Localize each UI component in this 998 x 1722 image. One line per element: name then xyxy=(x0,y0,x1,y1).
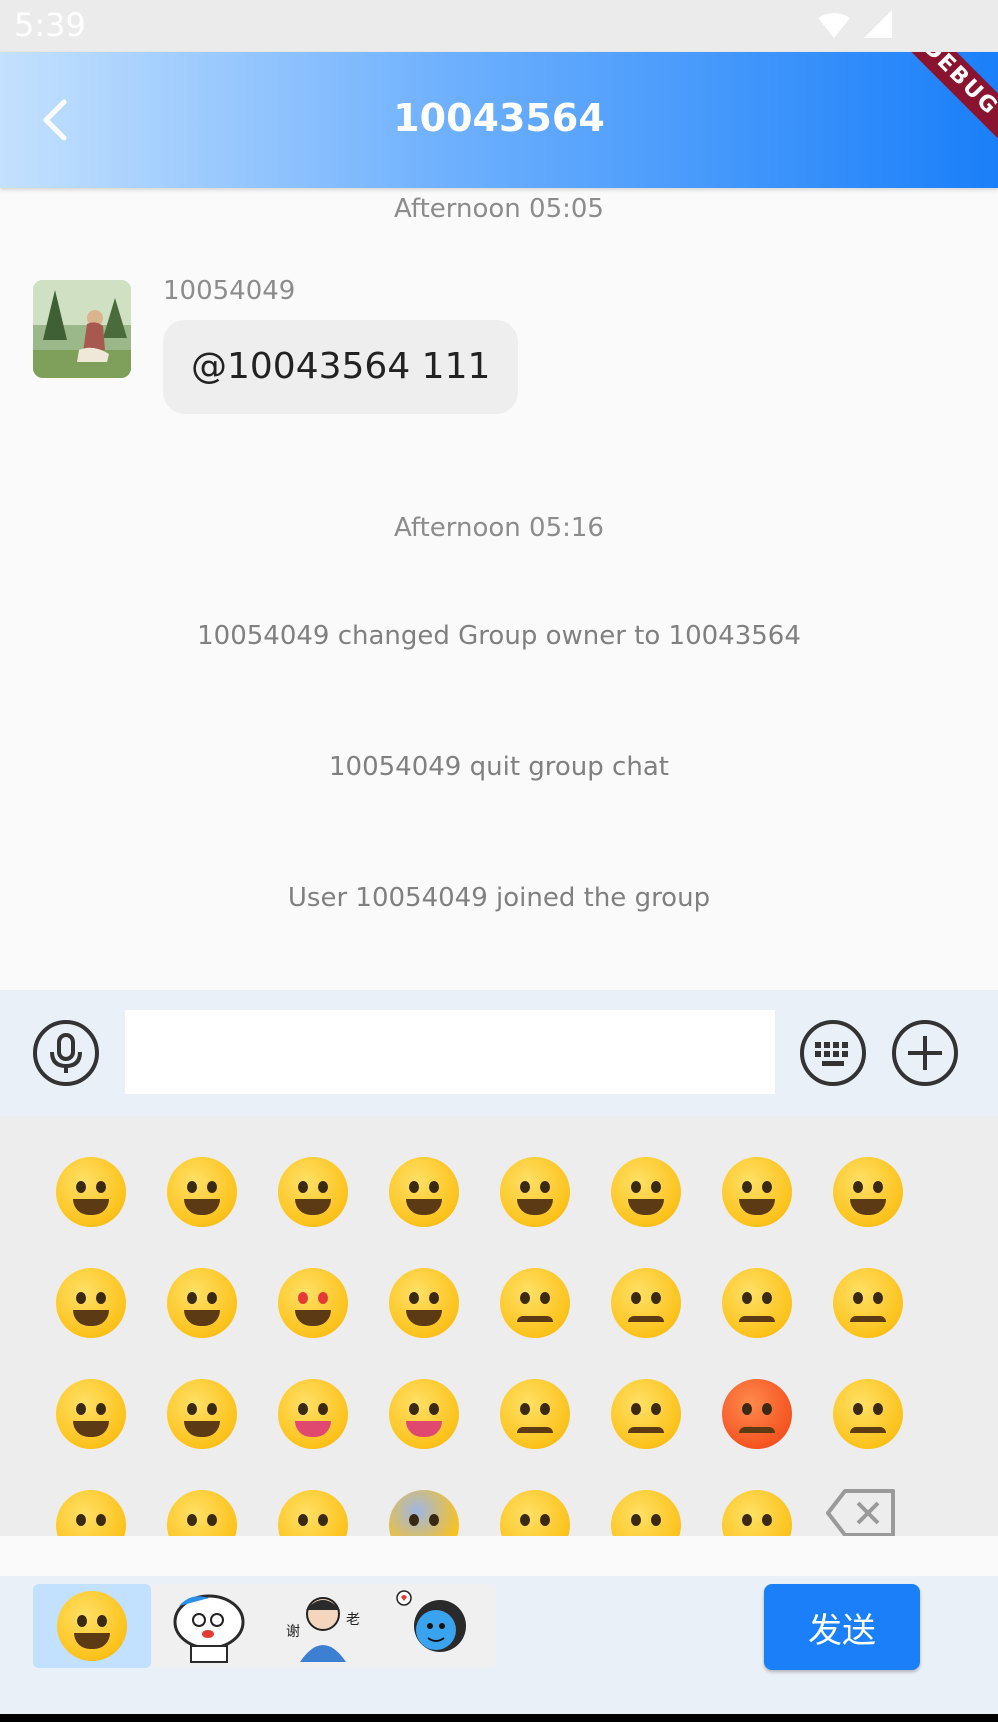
laughing-emoji-icon[interactable] xyxy=(611,1157,681,1227)
blush-emoji-icon[interactable] xyxy=(833,1157,903,1227)
keyboard-icon[interactable] xyxy=(798,1018,868,1088)
rage-emoji-icon[interactable] xyxy=(722,1379,792,1449)
message-bubble[interactable]: @10043564 111 xyxy=(163,320,519,414)
page-title: 10043564 xyxy=(393,96,605,140)
kissing-closed-eyes-emoji-icon[interactable] xyxy=(167,1379,237,1449)
message-timestamp: Afternoon 05:16 xyxy=(394,513,604,543)
system-nav-bar xyxy=(0,1714,998,1722)
sweat-smile-emoji-icon[interactable] xyxy=(500,1157,570,1227)
blue-face-sticker-icon xyxy=(396,1590,466,1652)
grinning-emoji-icon xyxy=(57,1591,127,1661)
smiley-emoji-icon[interactable] xyxy=(278,1157,348,1227)
grinning-emoji-icon[interactable] xyxy=(56,1157,126,1227)
fearful-emoji-icon[interactable] xyxy=(389,1490,459,1536)
squinting-tongue-emoji-icon[interactable] xyxy=(389,1379,459,1449)
sweat-emoji-icon[interactable] xyxy=(611,1268,681,1338)
sender-name: 10054049 xyxy=(163,276,296,306)
plus-icon[interactable] xyxy=(890,1018,960,1088)
message-input[interactable] xyxy=(125,1010,775,1094)
system-message: User 10054049 joined the group xyxy=(287,883,711,913)
smirk-emoji-icon[interactable] xyxy=(389,1268,459,1338)
tab-sticker-pack-1[interactable] xyxy=(151,1584,269,1668)
confounded-emoji-icon[interactable] xyxy=(833,1268,903,1338)
angry-emoji-icon[interactable] xyxy=(611,1379,681,1449)
microphone-icon[interactable] xyxy=(31,1018,101,1088)
relieved-emoji-icon[interactable] xyxy=(167,1268,237,1338)
system-message: 10054049 changed Group owner to 10043564 xyxy=(197,621,801,651)
backspace-icon[interactable] xyxy=(825,1488,897,1536)
tab-sticker-pack-2[interactable]: 谢 老 xyxy=(264,1584,382,1668)
tired-emoji-icon[interactable] xyxy=(722,1490,792,1536)
heart-eyes-emoji-icon[interactable] xyxy=(278,1268,348,1338)
avatar[interactable] xyxy=(33,280,131,378)
triumph-emoji-icon[interactable] xyxy=(167,1490,237,1536)
send-button[interactable]: 发送 xyxy=(764,1584,920,1670)
tab-emoji[interactable] xyxy=(33,1584,151,1668)
disappointed-relieved-emoji-icon[interactable] xyxy=(278,1490,348,1536)
smile-emoji-icon[interactable] xyxy=(389,1157,459,1227)
app-bar: 10043564 DEBUG xyxy=(0,52,998,188)
signal-icons xyxy=(818,10,892,38)
status-time: 5:39 xyxy=(14,6,86,44)
svg-text:老: 老 xyxy=(346,1612,360,1628)
svg-text:谢: 谢 xyxy=(286,1624,300,1640)
system-message: 10054049 quit group chat xyxy=(329,752,669,782)
emoji-panel xyxy=(0,1116,998,1536)
message-timestamp: Afternoon 05:05 xyxy=(394,194,604,224)
character-sticker-icon: 谢 老 xyxy=(286,1597,360,1662)
wink-emoji-icon[interactable] xyxy=(722,1157,792,1227)
persevering-emoji-icon[interactable] xyxy=(56,1490,126,1536)
tab-sticker-pack-3[interactable] xyxy=(378,1584,496,1668)
sticker-tab-bar: 谢 老 发送 xyxy=(0,1576,998,1722)
cartoon-sticker-icon xyxy=(173,1594,245,1663)
status-bar: 5:39 xyxy=(0,0,998,52)
tears-of-joy-emoji-icon[interactable] xyxy=(167,1157,237,1227)
yum-emoji-icon[interactable] xyxy=(56,1268,126,1338)
avatar-photo xyxy=(33,280,131,378)
pensive-emoji-icon[interactable] xyxy=(722,1268,792,1338)
unamused-emoji-icon[interactable] xyxy=(500,1268,570,1338)
disappointed-emoji-icon[interactable] xyxy=(500,1379,570,1449)
winking-tongue-emoji-icon[interactable] xyxy=(278,1379,348,1449)
sleepy-emoji-icon[interactable] xyxy=(611,1490,681,1536)
crying-emoji-icon[interactable] xyxy=(833,1379,903,1449)
input-bar xyxy=(0,990,998,1116)
weary-emoji-icon[interactable] xyxy=(500,1490,570,1536)
kissing-heart-emoji-icon[interactable] xyxy=(56,1379,126,1449)
